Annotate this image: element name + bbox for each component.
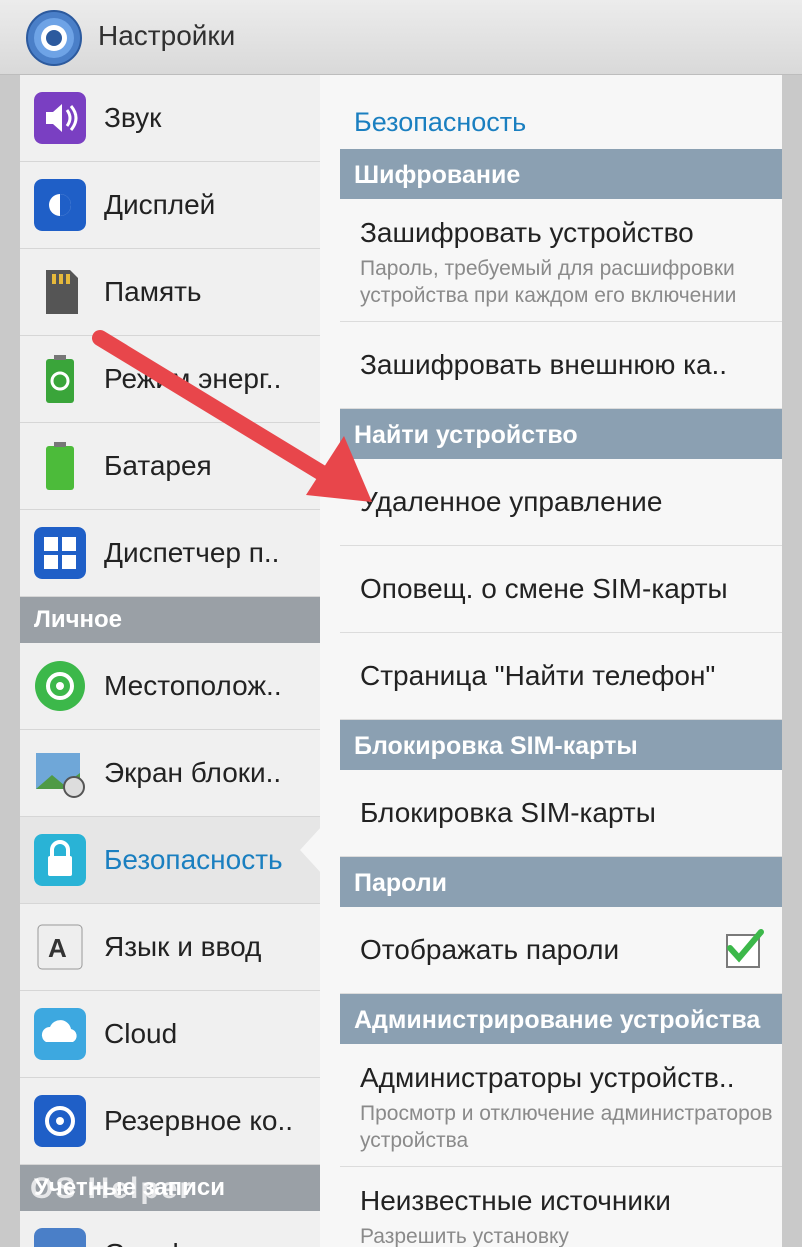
sidebar-item-label: Cloud [104, 1018, 178, 1049]
sidebar-item-label: Google [104, 1238, 194, 1247]
item-title: Зашифровать устройство [360, 217, 694, 248]
sim-lock-item[interactable]: Блокировка SIM-карты [340, 770, 782, 857]
battery-icon [46, 442, 74, 490]
item-title: Страница "Найти телефон" [360, 660, 716, 691]
sidebar-item-backup[interactable]: Резервное ко.. [20, 1078, 320, 1165]
svg-text:A: A [48, 933, 67, 963]
sidebar-item-storage[interactable]: Память [20, 249, 320, 336]
action-bar: Настройки [0, 0, 802, 75]
location-icon [35, 661, 85, 711]
power-saving-icon [46, 355, 74, 403]
backup-icon [34, 1095, 86, 1147]
item-title: Отображать пароли [360, 934, 620, 965]
remote-control-item[interactable]: Удаленное управление [340, 459, 782, 546]
device-admins-item[interactable]: Администраторы устройств.. Просмотр и от… [340, 1044, 782, 1167]
encrypt-device-item[interactable]: Зашифровать устройство Пароль, требуемый… [340, 199, 782, 322]
settings-category-list[interactable]: Звук Дисплей Память Режим энерг.. Батаре… [20, 75, 320, 1247]
sidebar-item-display[interactable]: Дисплей [20, 162, 320, 249]
show-passwords-item[interactable]: Отображать пароли [340, 907, 782, 994]
item-summary: Разрешить установку [360, 1225, 569, 1247]
sim-change-alert-item[interactable]: Оповещ. о смене SIM-карты [340, 546, 782, 633]
encrypt-external-item[interactable]: Зашифровать внешнюю ка.. [340, 322, 782, 409]
settings-gear-icon[interactable] [24, 8, 84, 68]
section-header-sim-lock: Блокировка SIM-карты [340, 720, 782, 770]
item-title: Блокировка SIM-карты [360, 797, 656, 828]
unknown-sources-item[interactable]: Неизвестные источники Разрешить установк… [340, 1167, 782, 1247]
security-lock-icon [34, 834, 86, 886]
speaker-icon [34, 92, 86, 144]
left-frame [0, 75, 20, 1247]
security-settings-panel: Безопасность Шифрование Зашифровать устр… [320, 75, 782, 1247]
svg-text:g: g [50, 1240, 67, 1247]
section-header-encryption: Шифрование [340, 149, 782, 199]
item-title: Оповещ. о смене SIM-карты [360, 573, 728, 604]
sidebar-item-language[interactable]: A Язык и ввод [20, 904, 320, 991]
sidebar-item-label: Язык и ввод [104, 931, 262, 962]
right-frame [782, 75, 802, 1247]
section-header-personal: Личное [20, 597, 320, 643]
app-title: Настройки [98, 20, 236, 51]
item-title: Удаленное управление [360, 486, 663, 517]
cloud-icon [34, 1008, 86, 1060]
sidebar-item-battery[interactable]: Батарея [20, 423, 320, 510]
sidebar-item-sound[interactable]: Звук [20, 75, 320, 162]
item-summary: Пароль, требуемый для расшифровки устрой… [360, 257, 737, 307]
google-icon: g [34, 1228, 86, 1247]
app-manager-icon [34, 527, 86, 579]
show-passwords-checkbox[interactable] [726, 929, 764, 968]
sidebar-item-cloud[interactable]: Cloud [20, 991, 320, 1078]
checkmark-icon [727, 929, 764, 963]
sidebar-item-location[interactable]: Местополож.. [20, 643, 320, 730]
sidebar-item-label: Звук [104, 102, 162, 133]
sidebar-item-power-saving[interactable]: Режим энерг.. [20, 336, 320, 423]
item-title: Администраторы устройств.. [360, 1062, 735, 1093]
section-header-find-device: Найти устройство [340, 409, 782, 459]
language-keyboard-icon: A [37, 924, 83, 970]
selection-pointer [300, 826, 322, 874]
display-icon [34, 179, 86, 231]
sidebar-item-label: Резервное ко.. [104, 1105, 294, 1136]
page-title: Безопасность [354, 107, 527, 137]
sidebar-item-label: Местополож.. [104, 670, 282, 701]
sidebar-item-label: Диспетчер п.. [104, 537, 280, 568]
section-header-passwords: Пароли [340, 857, 782, 907]
sidebar-item-label: Память [104, 276, 202, 307]
item-title: Зашифровать внешнюю ка.. [360, 349, 728, 380]
sidebar-item-lock-screen[interactable]: Экран блоки.. [20, 730, 320, 817]
sidebar-item-google[interactable]: g Google [20, 1211, 320, 1247]
section-header-device-admin: Администрирование устройства [340, 994, 782, 1044]
lock-screen-icon [36, 753, 85, 798]
sidebar-item-label: Дисплей [104, 189, 216, 220]
sidebar-item-app-manager[interactable]: Диспетчер п.. [20, 510, 320, 597]
sidebar-item-label: Безопасность [104, 844, 283, 875]
watermark: OS Helper [30, 1172, 194, 1205]
sidebar-item-label: Батарея [104, 450, 212, 481]
sidebar-item-label: Экран блоки.. [104, 757, 282, 788]
sidebar-item-label: Режим энерг.. [104, 363, 282, 394]
item-summary: Просмотр и отключение администраторов ус… [360, 1102, 773, 1152]
sd-card-icon [46, 270, 78, 314]
item-title: Неизвестные источники [360, 1185, 671, 1216]
sidebar-item-security[interactable]: Безопасность [20, 817, 320, 904]
find-phone-page-item[interactable]: Страница "Найти телефон" [340, 633, 782, 720]
